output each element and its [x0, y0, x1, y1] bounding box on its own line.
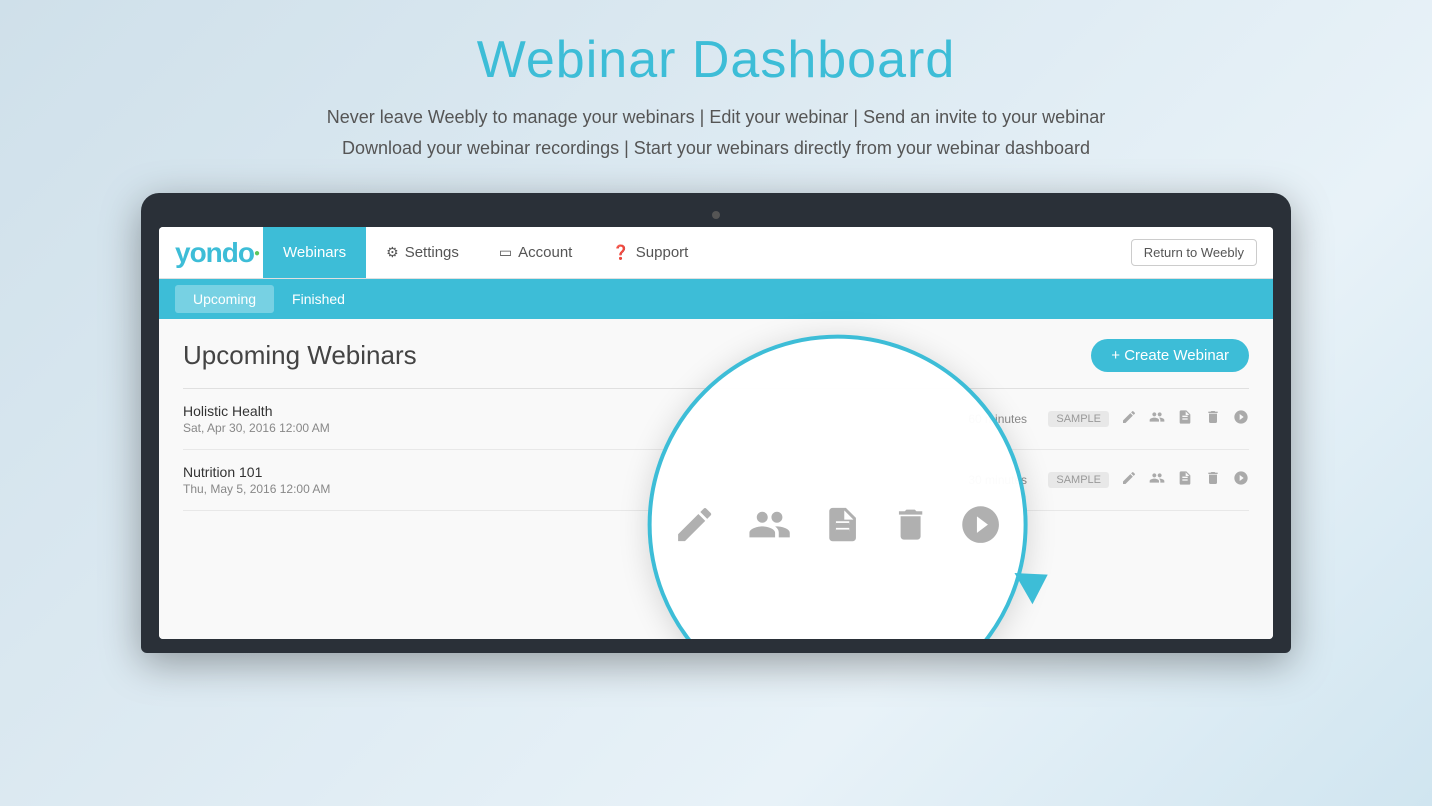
zoom-attendees-icon	[745, 503, 795, 547]
app-nav: yondo● Webinars ⚙ Settings ▭ Account	[159, 227, 1273, 279]
sample-badge-1: SAMPLE	[1048, 411, 1109, 427]
tab-finished[interactable]: Finished	[274, 285, 363, 313]
nav-item-account[interactable]: ▭ Account	[479, 227, 592, 278]
create-webinar-button[interactable]: + Create Webinar	[1091, 339, 1249, 372]
sample-badge-2: SAMPLE	[1048, 472, 1109, 488]
hero-subtitle-line1: Never leave Weebly to manage your webina…	[327, 102, 1105, 133]
sub-nav: Upcoming Finished	[159, 279, 1273, 319]
nav-label-settings: Settings	[405, 244, 459, 261]
nav-items: Webinars ⚙ Settings ▭ Account ❓ Suppor	[263, 227, 708, 278]
gear-icon: ⚙	[386, 244, 399, 261]
attendees-icon-2[interactable]	[1149, 470, 1165, 491]
zoom-circle-overlay	[648, 335, 1028, 639]
delete-icon-1[interactable]	[1205, 409, 1221, 430]
nav-label-webinars: Webinars	[283, 244, 346, 261]
tab-upcoming[interactable]: Upcoming	[175, 285, 274, 313]
zoom-play-icon	[959, 503, 1003, 547]
zoom-icons	[673, 503, 1003, 547]
laptop-camera	[712, 211, 720, 219]
page-content: Webinar Dashboard Never leave Weebly to …	[0, 0, 1432, 653]
webinar-actions-2: SAMPLE	[1048, 470, 1249, 491]
attendees-icon-1[interactable]	[1149, 409, 1165, 430]
hero-header: Webinar Dashboard Never leave Weebly to …	[307, 0, 1125, 183]
laptop-wrapper: yondo● Webinars ⚙ Settings ▭ Account	[141, 193, 1291, 653]
nav-label-support: Support	[636, 244, 689, 261]
section-title: Upcoming Webinars	[183, 340, 417, 371]
account-icon: ▭	[499, 244, 512, 261]
hero-subtitle-line2: Download your webinar recordings | Start…	[327, 133, 1105, 164]
edit-icon-2[interactable]	[1121, 470, 1137, 491]
return-to-weebly-button[interactable]: Return to Weebly	[1131, 239, 1257, 266]
play-icon-2[interactable]	[1233, 470, 1249, 491]
zoom-edit-icon	[673, 503, 717, 547]
webinar-actions-1: SAMPLE	[1048, 409, 1249, 430]
support-icon: ❓	[612, 244, 629, 261]
recording-icon-1[interactable]	[1177, 409, 1193, 430]
nav-item-support[interactable]: ❓ Support	[592, 227, 708, 278]
content-header: Upcoming Webinars + Create Webinar	[183, 339, 1249, 372]
nav-item-settings[interactable]: ⚙ Settings	[366, 227, 479, 278]
nav-item-webinars[interactable]: Webinars	[263, 227, 366, 278]
main-content: Upcoming Webinars + Create Webinar Holis…	[159, 319, 1273, 639]
page-title: Webinar Dashboard	[327, 30, 1105, 90]
delete-icon-2[interactable]	[1205, 470, 1221, 491]
yondo-logo: yondo●	[175, 237, 259, 269]
nav-label-account: Account	[518, 244, 572, 261]
laptop-screen: yondo● Webinars ⚙ Settings ▭ Account	[159, 227, 1273, 639]
zoom-recording-icon	[823, 503, 863, 547]
play-icon-1[interactable]	[1233, 409, 1249, 430]
laptop-frame: yondo● Webinars ⚙ Settings ▭ Account	[141, 193, 1291, 653]
recording-icon-2[interactable]	[1177, 470, 1193, 491]
edit-icon-1[interactable]	[1121, 409, 1137, 430]
zoom-delete-icon	[891, 503, 931, 547]
